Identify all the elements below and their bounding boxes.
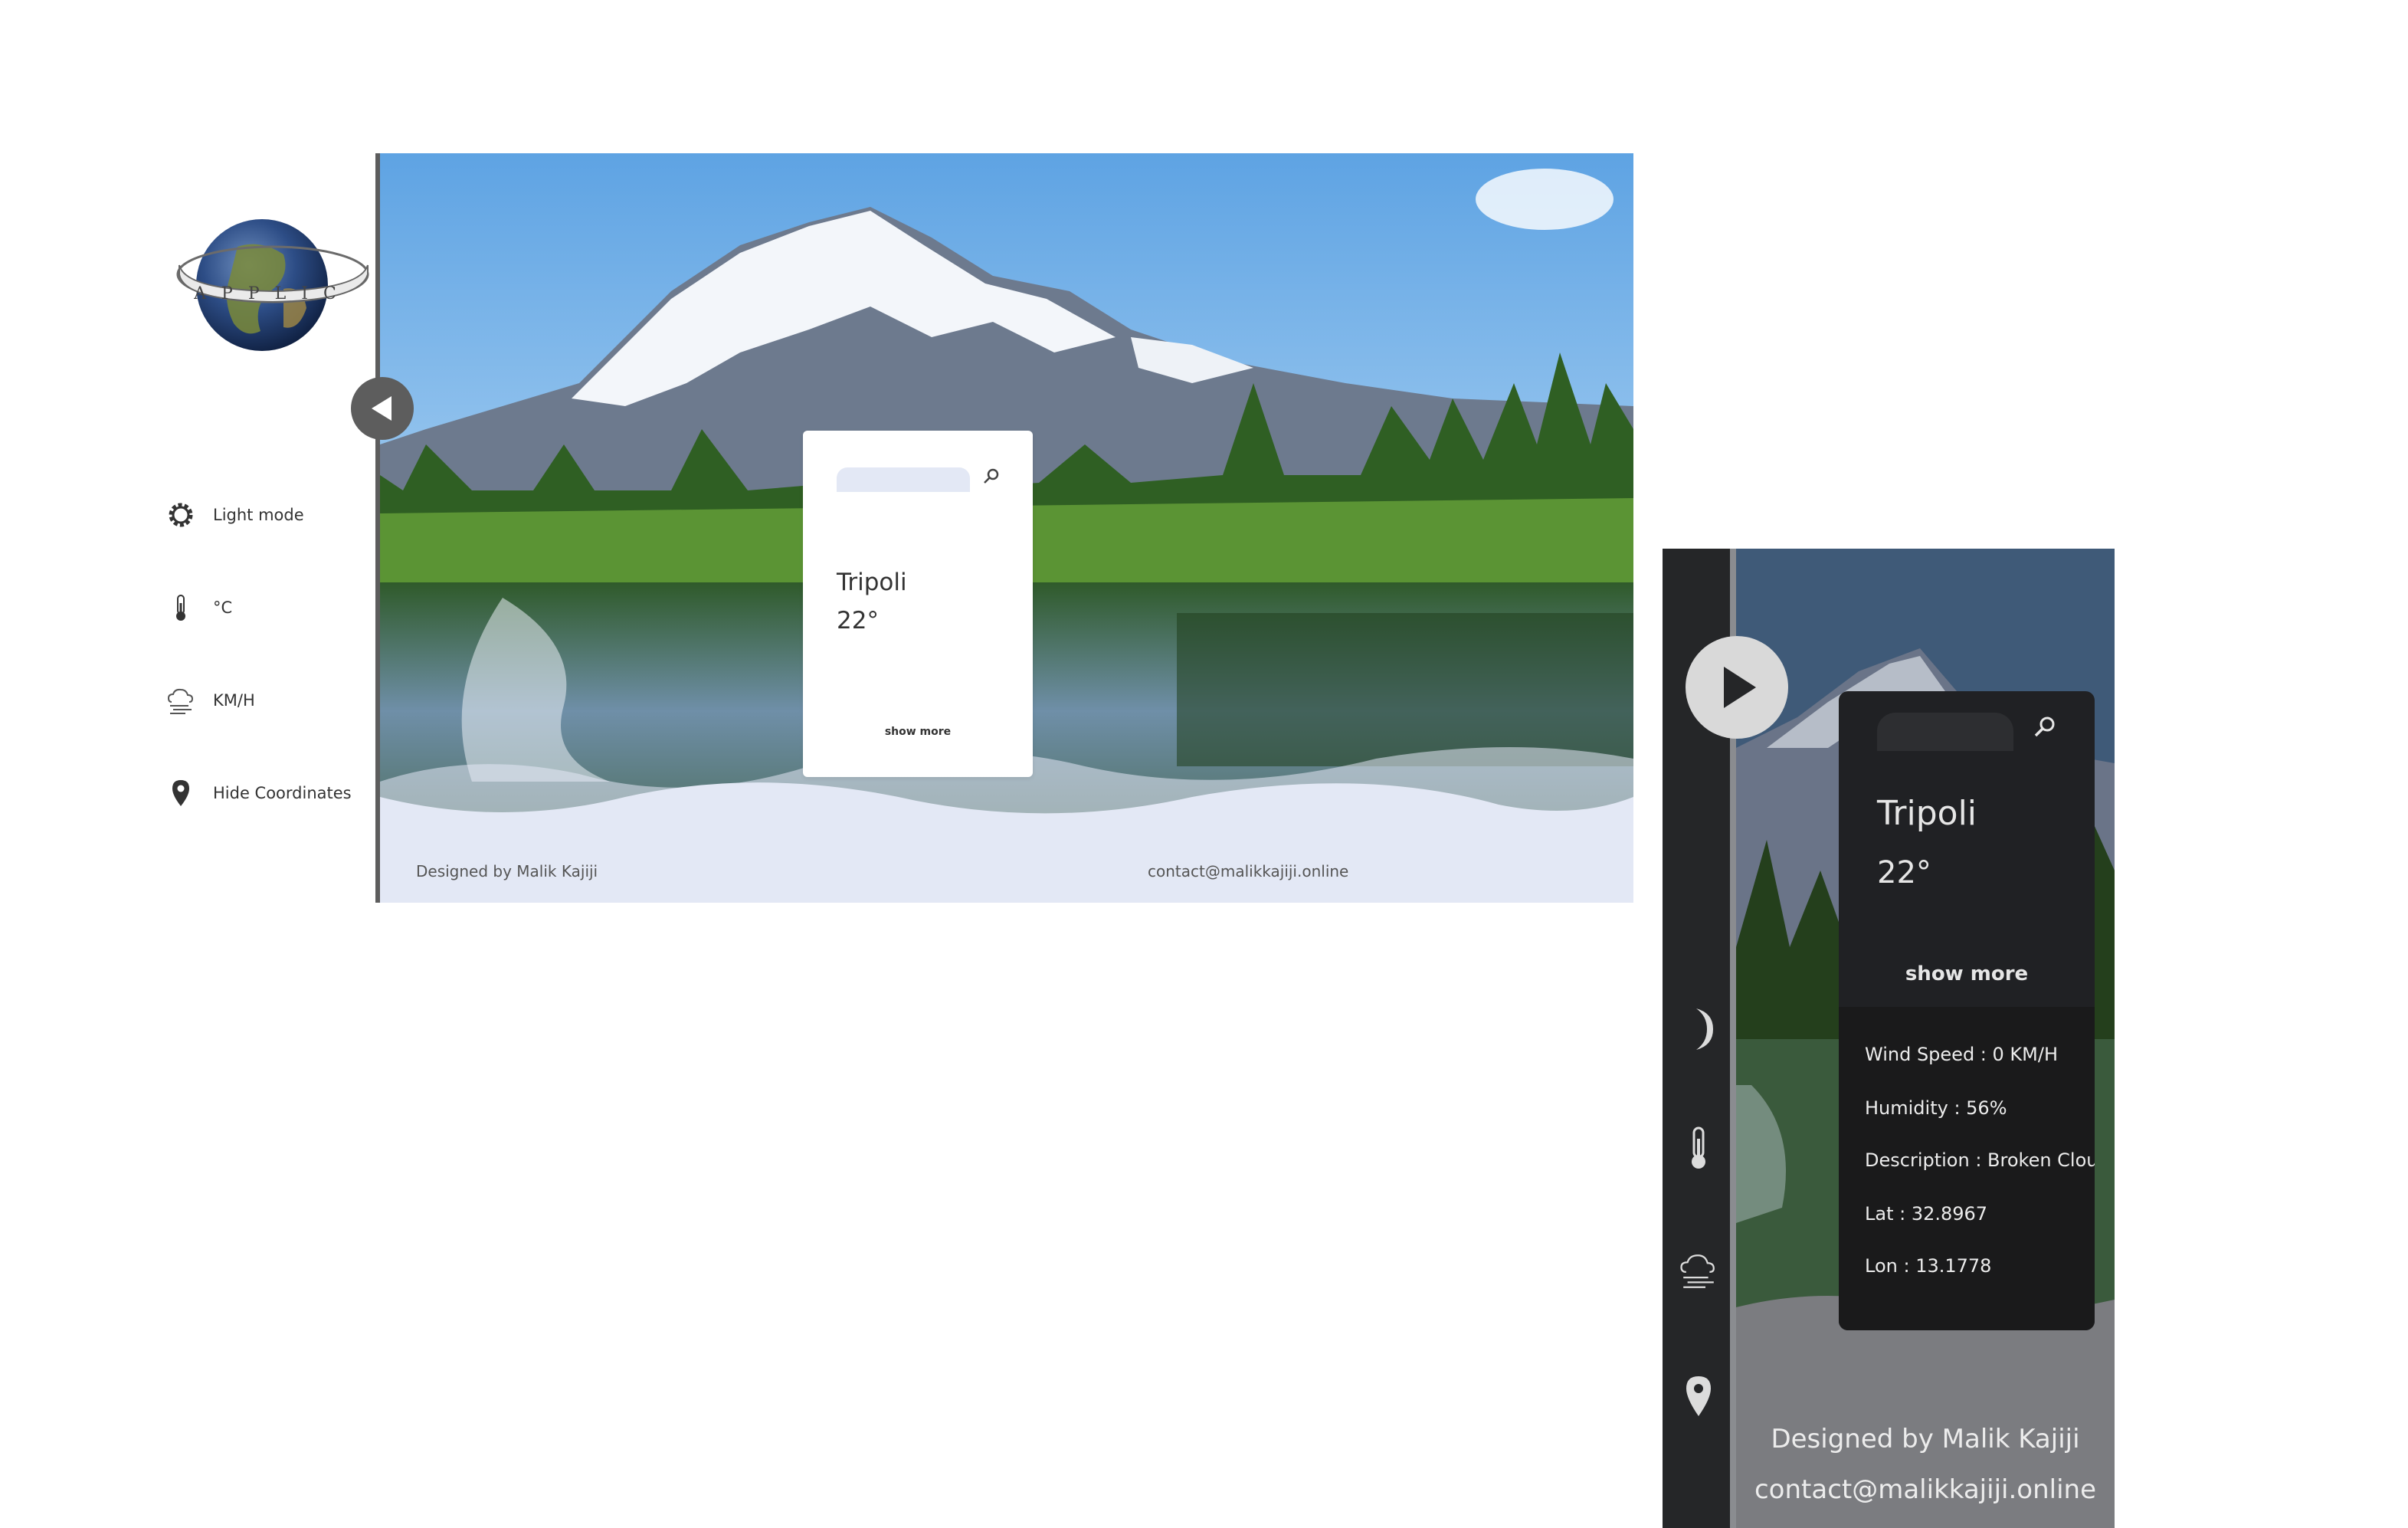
light-mode-label: Light mode (213, 506, 304, 524)
triangle-right-icon (1724, 667, 1756, 708)
expand-sidebar-button[interactable] (1686, 636, 1788, 739)
mobile-coordinates-toggle[interactable] (1678, 1373, 1719, 1421)
mobile-designer-credit: Designed by Malik Kajiji (1771, 1424, 2080, 1454)
thermometer-icon (165, 592, 196, 623)
weather-card: Tripoli 22° show more (803, 431, 1033, 777)
wind-cloud-icon (165, 685, 196, 716)
moon-icon (1696, 1008, 1713, 1050)
desktop-view: APPLIC Light mode °C KM/H Hide Coordinat… (0, 0, 1640, 904)
dark-mode-toggle[interactable] (1678, 1005, 1719, 1053)
hide-coordinates-toggle[interactable]: Hide Coordinates (165, 774, 352, 812)
search-icon[interactable] (2030, 714, 2058, 742)
collapse-sidebar-button[interactable] (351, 377, 414, 440)
city-name: Tripoli (1877, 794, 1977, 833)
mobile-speed-unit-toggle[interactable] (1678, 1248, 1719, 1295)
mobile-contact-link[interactable]: contact@malikkajiji.online (1736, 1474, 2115, 1505)
speed-unit-label: KM/H (213, 691, 255, 710)
mobile-weather-card: Tripoli 22° show more Wind Speed : 0 KM/… (1839, 691, 2095, 1330)
mobile-temperature-unit-toggle[interactable] (1678, 1125, 1719, 1172)
location-pin-icon (165, 778, 196, 808)
mobile-view: Tripoli 22° show more Wind Speed : 0 KM/… (1663, 549, 2115, 1528)
temperature: 22° (1877, 855, 1931, 890)
city-search-input[interactable] (837, 467, 970, 492)
logo-text: APPLIC (193, 284, 352, 303)
speed-unit-toggle[interactable]: KM/H (165, 681, 255, 720)
hide-coordinates-label: Hide Coordinates (213, 784, 352, 802)
show-more-button[interactable]: show more (803, 726, 1033, 738)
description: Description : Broken Clouds (1865, 1149, 2095, 1171)
light-mode-toggle[interactable]: Light mode (165, 496, 304, 534)
gear-icon (165, 500, 196, 530)
temperature-unit-toggle[interactable]: °C (165, 589, 232, 627)
search-icon[interactable] (979, 466, 1002, 489)
longitude: Lon : 13.1778 (1865, 1255, 1992, 1277)
show-more-button[interactable]: show more (1839, 962, 2095, 985)
location-pin-icon (1686, 1376, 1711, 1416)
app-logo: APPLIC (176, 216, 372, 354)
designer-credit: Designed by Malik Kajiji (416, 862, 598, 880)
temperature: 22° (837, 607, 879, 634)
latitude: Lat : 32.8967 (1865, 1203, 1988, 1225)
wind-cloud-icon (1680, 1254, 1715, 1288)
city-name: Tripoli (837, 569, 907, 596)
temperature-unit-label: °C (213, 598, 233, 617)
wind-speed: Wind Speed : 0 KM/H (1865, 1044, 2058, 1065)
contact-link[interactable]: contact@malikkajiji.online (1148, 862, 1348, 880)
mobile-city-search-input[interactable] (1877, 713, 2013, 751)
triangle-left-icon (372, 396, 392, 421)
weather-details-panel: Wind Speed : 0 KM/H Humidity : 56% Descr… (1839, 1007, 2095, 1330)
humidity: Humidity : 56% (1865, 1097, 2007, 1119)
thermometer-icon (1692, 1126, 1705, 1169)
